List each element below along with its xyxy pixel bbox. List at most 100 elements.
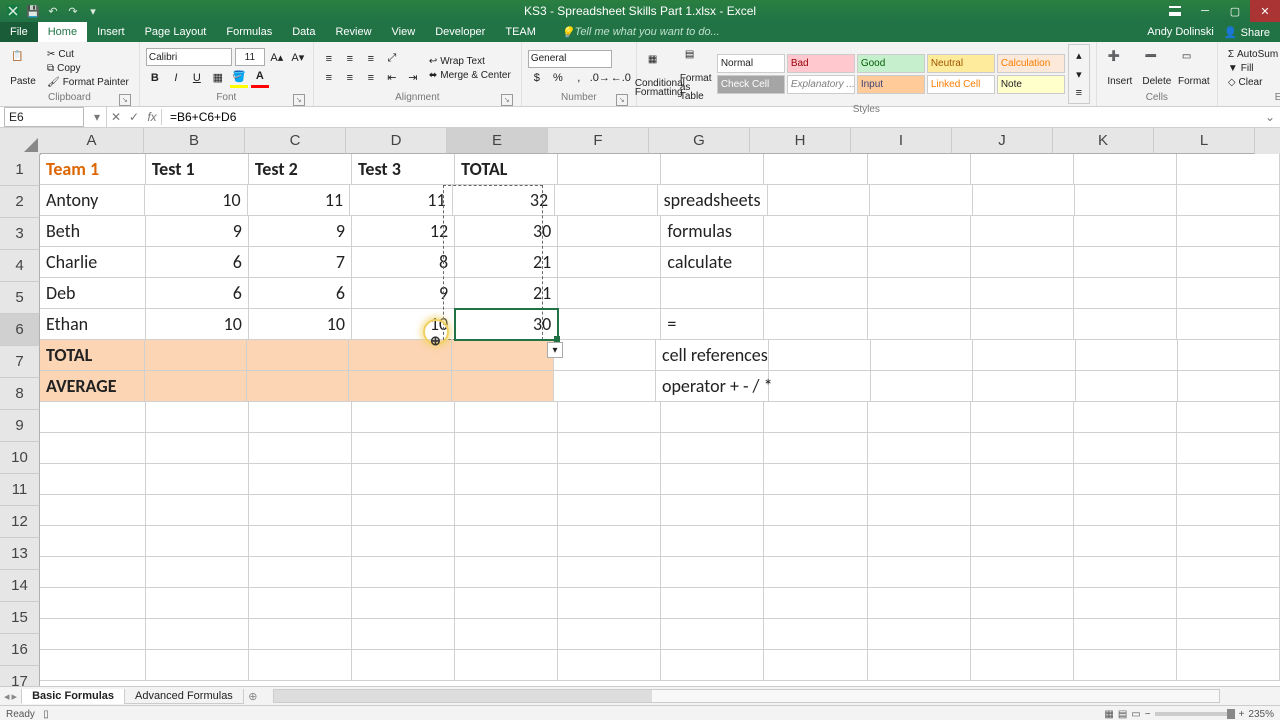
- cell-C12[interactable]: [249, 495, 352, 526]
- style-good[interactable]: Good: [857, 54, 925, 73]
- cell-H11[interactable]: [764, 464, 867, 495]
- cell-J10[interactable]: [971, 433, 1074, 464]
- zoom-in-icon[interactable]: +: [1239, 709, 1245, 720]
- cell-C14[interactable]: [249, 557, 352, 588]
- cell-styles-gallery[interactable]: Normal Bad Good Neutral Calculation Chec…: [717, 54, 1065, 94]
- row-header-15[interactable]: 15: [0, 602, 40, 634]
- cell-G15[interactable]: [661, 588, 764, 619]
- style-input[interactable]: Input: [857, 75, 925, 94]
- cell-L16[interactable]: [1177, 619, 1280, 650]
- cell-E5[interactable]: 21: [455, 278, 558, 309]
- tell-me-search[interactable]: 💡 Tell me what you want to do...: [546, 22, 1137, 42]
- delete-cells-button[interactable]: ➖Delete: [1140, 49, 1174, 87]
- cell-H5[interactable]: [764, 278, 867, 309]
- cell-J12[interactable]: [971, 495, 1074, 526]
- cell-J5[interactable]: [971, 278, 1074, 309]
- cell-J6[interactable]: [971, 309, 1074, 340]
- cell-K1[interactable]: [1074, 154, 1177, 185]
- cell-J13[interactable]: [971, 526, 1074, 557]
- row-header-10[interactable]: 10: [0, 442, 40, 474]
- decrease-indent-icon[interactable]: ⇤: [383, 69, 401, 87]
- cell-H17[interactable]: [764, 650, 867, 681]
- cell-C15[interactable]: [249, 588, 352, 619]
- cell-D1[interactable]: Test 3: [352, 154, 455, 185]
- cell-E11[interactable]: [455, 464, 558, 495]
- cell-B15[interactable]: [146, 588, 249, 619]
- cell-K9[interactable]: [1074, 402, 1177, 433]
- cell-E12[interactable]: [455, 495, 558, 526]
- column-header-H[interactable]: H: [750, 128, 851, 154]
- cell-F8[interactable]: [554, 371, 656, 402]
- column-header-A[interactable]: A: [40, 128, 144, 154]
- cell-K12[interactable]: [1074, 495, 1177, 526]
- sheet-tab-basic-formulas[interactable]: Basic Formulas: [21, 689, 125, 704]
- cell-B7[interactable]: [145, 340, 247, 371]
- cell-J16[interactable]: [971, 619, 1074, 650]
- clear-button[interactable]: ◇ Clear: [1224, 76, 1280, 89]
- cell-G12[interactable]: [661, 495, 764, 526]
- conditional-formatting-button[interactable]: ▦ConditionalFormatting: [643, 52, 677, 97]
- cell-C3[interactable]: 9: [249, 216, 352, 247]
- tab-formulas[interactable]: Formulas: [216, 22, 282, 42]
- cell-E13[interactable]: [455, 526, 558, 557]
- cell-C1[interactable]: Test 2: [249, 154, 352, 185]
- column-header-C[interactable]: C: [245, 128, 346, 154]
- cell-F12[interactable]: [558, 495, 661, 526]
- cell-G10[interactable]: [661, 433, 764, 464]
- new-sheet-icon[interactable]: ⊕: [243, 690, 263, 703]
- cell-J17[interactable]: [971, 650, 1074, 681]
- row-header-14[interactable]: 14: [0, 570, 40, 602]
- tab-page-layout[interactable]: Page Layout: [135, 22, 217, 42]
- column-header-G[interactable]: G: [649, 128, 750, 154]
- cell-H15[interactable]: [764, 588, 867, 619]
- cell-F2[interactable]: [555, 185, 657, 216]
- cell-K14[interactable]: [1074, 557, 1177, 588]
- cell-A5[interactable]: Deb: [40, 278, 146, 309]
- cell-J4[interactable]: [971, 247, 1074, 278]
- share-button[interactable]: 👤 Share: [1224, 26, 1270, 39]
- cell-D11[interactable]: [352, 464, 455, 495]
- cell-J2[interactable]: [973, 185, 1075, 216]
- cell-L10[interactable]: [1177, 433, 1280, 464]
- align-top-icon[interactable]: ≡: [320, 50, 338, 68]
- maximize-button[interactable]: ▢: [1220, 0, 1250, 22]
- autosum-button[interactable]: Σ AutoSum: [1224, 48, 1280, 61]
- cell-C10[interactable]: [249, 433, 352, 464]
- font-name-select[interactable]: Calibri: [146, 48, 232, 66]
- cell-K10[interactable]: [1074, 433, 1177, 464]
- cell-K3[interactable]: [1074, 216, 1177, 247]
- cell-D3[interactable]: 12: [352, 216, 455, 247]
- cell-L2[interactable]: [1177, 185, 1279, 216]
- cell-F10[interactable]: [558, 433, 661, 464]
- cell-H9[interactable]: [764, 402, 867, 433]
- cell-D9[interactable]: [352, 402, 455, 433]
- clipboard-dialog-icon[interactable]: ↘: [119, 94, 131, 106]
- cell-A9[interactable]: [40, 402, 146, 433]
- column-header-F[interactable]: F: [548, 128, 649, 154]
- sheet-nav-first-icon[interactable]: ◂: [4, 690, 10, 703]
- cell-B13[interactable]: [146, 526, 249, 557]
- cell-G5[interactable]: [661, 278, 764, 309]
- cell-K4[interactable]: [1074, 247, 1177, 278]
- cell-D8[interactable]: [349, 371, 451, 402]
- cell-I8[interactable]: [871, 371, 973, 402]
- column-header-B[interactable]: B: [144, 128, 245, 154]
- cell-A16[interactable]: [40, 619, 146, 650]
- cell-F3[interactable]: [558, 216, 661, 247]
- cell-D16[interactable]: [352, 619, 455, 650]
- zoom-slider[interactable]: [1155, 712, 1235, 716]
- font-dialog-icon[interactable]: ↘: [293, 94, 305, 106]
- qat-more-icon[interactable]: ▾: [86, 4, 100, 18]
- cell-A3[interactable]: Beth: [40, 216, 146, 247]
- wrap-text-button[interactable]: ↩ Wrap Text: [425, 55, 515, 68]
- paste-button[interactable]: 📋Paste: [6, 49, 40, 87]
- cell-G8[interactable]: operator + - / *: [656, 371, 769, 402]
- cell-D2[interactable]: 11: [350, 185, 452, 216]
- cell-F13[interactable]: [558, 526, 661, 557]
- row-header-13[interactable]: 13: [0, 538, 40, 570]
- cell-B16[interactable]: [146, 619, 249, 650]
- row-header-17[interactable]: 17: [0, 666, 40, 686]
- view-page-layout-icon[interactable]: ▤: [1118, 709, 1127, 720]
- cell-C5[interactable]: 6: [249, 278, 352, 309]
- cell-I11[interactable]: [868, 464, 971, 495]
